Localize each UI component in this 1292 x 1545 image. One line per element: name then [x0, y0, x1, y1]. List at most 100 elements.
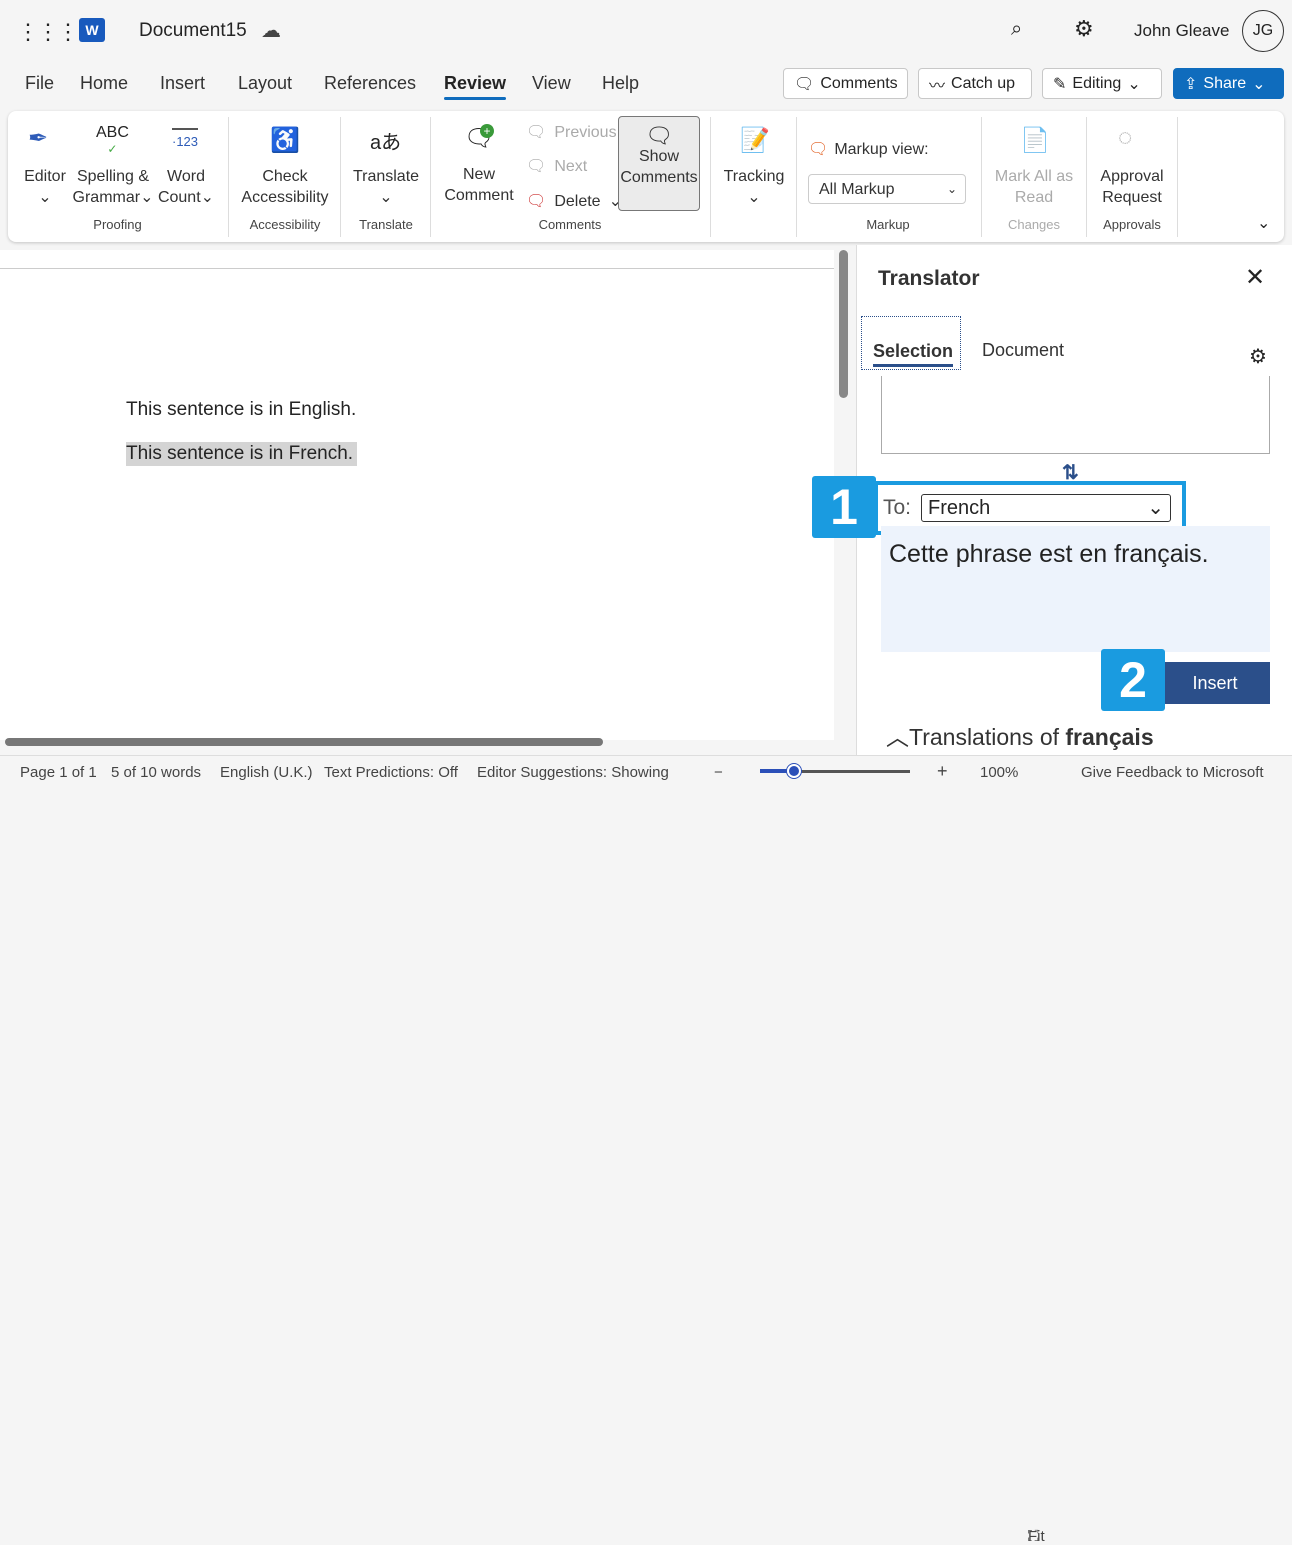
tab-review[interactable]: Review — [444, 73, 507, 100]
previous-comment-button[interactable]: 🗨 Previous — [526, 122, 617, 143]
translator-title: Translator — [878, 267, 980, 290]
approvals-group-label: Approvals — [1103, 217, 1161, 232]
approval-request-button[interactable]: Approval Request — [1092, 166, 1172, 208]
search-icon[interactable]: ⌕ — [1011, 18, 1022, 41]
word-count[interactable]: 5 of 10 words — [111, 764, 201, 781]
markup-icon: 🗨 — [808, 141, 829, 158]
zoom-out-button[interactable]: − — [714, 764, 723, 781]
tracking-button[interactable]: Tracking ⌄ — [720, 166, 788, 208]
tab-layout[interactable]: Layout — [238, 73, 292, 94]
tab-selection[interactable]: Selection — [861, 316, 961, 370]
fit-label: Fit — [1028, 1528, 1045, 1545]
show-comments-button[interactable]: 🗨 Show Comments — [618, 116, 700, 211]
target-language-select[interactable]: French ⌄ — [921, 494, 1171, 522]
divider — [796, 117, 797, 237]
close-icon[interactable]: ✕ — [1245, 263, 1265, 292]
translate-group-label: Translate — [359, 217, 413, 232]
comments-button[interactable]: 🗨 Comments — [783, 68, 908, 99]
markup-group-label: Markup — [866, 217, 910, 232]
text-predictions[interactable]: Text Predictions: Off — [324, 764, 458, 781]
new-label: New — [462, 166, 495, 183]
tab-file[interactable]: File — [25, 73, 54, 94]
settings-gear-icon[interactable]: ⚙ — [1074, 16, 1094, 42]
language[interactable]: English (U.K.) — [220, 764, 313, 781]
tab-view[interactable]: View — [532, 73, 571, 94]
tab-insert[interactable]: Insert — [160, 73, 205, 94]
zoom-level[interactable]: 100% — [980, 764, 1018, 781]
spelling-grammar-button[interactable]: Spelling & Grammar⌄ — [72, 166, 154, 208]
chevron-down-icon: ⌄ — [946, 182, 957, 196]
translations-expander[interactable]: ︿Translations of français — [886, 718, 1154, 752]
catch-up-label: Catch up — [951, 74, 1016, 92]
new-comment-button[interactable]: New Comment — [440, 164, 518, 206]
vertical-scrollbar[interactable] — [839, 250, 848, 398]
editor-pen-icon: ✒ — [28, 125, 49, 152]
tab-references[interactable]: References — [324, 73, 416, 94]
markup-select[interactable]: All Markup ⌄ — [808, 174, 966, 204]
document-line-french-selected[interactable]: This sentence is in French. — [126, 442, 358, 466]
divider — [710, 117, 711, 237]
translations-prefix: Translations of — [909, 724, 1066, 750]
source-text-box[interactable] — [881, 376, 1270, 454]
editor-label: Editor — [24, 168, 66, 185]
translation-text: Cette phrase est en français. — [889, 540, 1209, 568]
catch-up-button[interactable]: 〰 Catch up — [918, 68, 1032, 99]
zoom-slider-thumb[interactable] — [787, 764, 801, 778]
next-comment-button[interactable]: 🗨 Next — [526, 156, 587, 177]
document-line-english[interactable]: This sentence is in English. — [126, 399, 356, 421]
editor-suggestions[interactable]: Editor Suggestions: Showing — [477, 764, 669, 781]
document-canvas[interactable] — [0, 250, 834, 740]
approval-icon: ◌ — [1118, 124, 1133, 151]
tab-help[interactable]: Help — [602, 73, 639, 94]
share-label: Share — [1203, 74, 1247, 92]
mark-all-read-button[interactable]: Mark All as Read — [988, 166, 1080, 208]
delete-comment-button[interactable]: 🗨 Delete ⌄ — [526, 191, 622, 212]
check-label: Check — [262, 168, 308, 185]
read-label: Read — [1014, 189, 1054, 206]
feedback-link[interactable]: Give Feedback to Microsoft — [1081, 764, 1264, 781]
callout-1: 1 — [812, 476, 876, 538]
markup-value: All Markup — [819, 181, 895, 198]
tab-document[interactable]: Document — [982, 340, 1064, 361]
translation-output: Cette phrase est en français. — [881, 526, 1270, 652]
editing-mode-button[interactable]: ✎ Editing ⌄ — [1042, 68, 1162, 99]
settings-gear-icon[interactable]: ⚙ — [1249, 344, 1267, 369]
changes-group-label: Changes — [1007, 217, 1061, 232]
new-comment-icon: 🗨 + — [464, 124, 495, 152]
callout-2: 2 — [1101, 649, 1165, 711]
approval-label: Approval — [1100, 168, 1164, 185]
document-title[interactable]: Document15 — [139, 20, 247, 42]
tracking-icon: 📝 — [740, 127, 770, 154]
previous-comment-icon: 🗨 — [526, 124, 547, 141]
divider — [1086, 117, 1087, 237]
horizontal-scrollbar[interactable] — [5, 738, 603, 746]
page-count[interactable]: Page 1 of 1 — [20, 764, 97, 781]
translate-icon: aあ — [370, 132, 402, 154]
zoom-in-button[interactable]: + — [937, 761, 948, 782]
comment-icon: 🗨 — [794, 75, 815, 93]
app-launcher-icon[interactable]: ⋮⋮⋮ — [17, 19, 79, 45]
comments-label: Comments — [620, 169, 698, 186]
avatar[interactable]: JG — [1242, 10, 1284, 52]
comments-label: Comments — [820, 74, 898, 92]
count-label: Count — [157, 189, 201, 206]
divider — [430, 117, 431, 237]
word-logo-icon: W — [79, 18, 105, 42]
ribbon-expand-chevron-icon[interactable]: ⌄ — [1257, 213, 1270, 233]
tab-home[interactable]: Home — [80, 73, 128, 94]
chevron-down-icon: ⌄ — [379, 189, 393, 206]
accessibility-group-label: Accessibility — [249, 217, 321, 232]
user-name[interactable]: John Gleave — [1134, 21, 1229, 41]
insert-button[interactable]: Insert — [1160, 662, 1270, 704]
share-button[interactable]: ⇪ Share ⌄ — [1173, 68, 1284, 99]
share-icon: ⇪ — [1184, 75, 1198, 93]
page-edge — [0, 268, 834, 269]
check-accessibility-button[interactable]: Check Accessibility — [236, 166, 334, 208]
editor-button[interactable]: Editor ⌄ — [20, 166, 70, 208]
word-label: Word — [167, 168, 205, 185]
to-label: To: — [883, 496, 912, 519]
word-count-button[interactable]: Word Count⌄ — [156, 166, 216, 208]
translate-button[interactable]: Translate ⌄ — [348, 166, 424, 208]
spelling-label: Spelling & — [76, 168, 150, 185]
comment-icon: 🗨 — [645, 123, 673, 148]
